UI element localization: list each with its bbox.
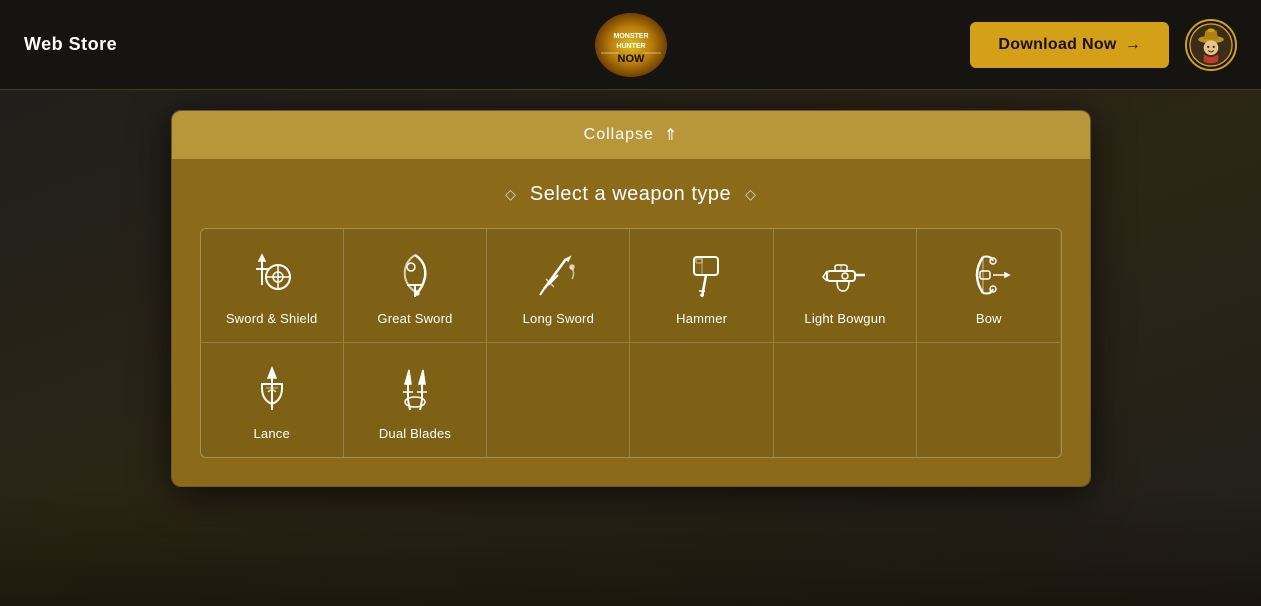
select-weapon-title: Select a weapon type bbox=[530, 183, 731, 206]
great-sword-icon bbox=[387, 247, 443, 303]
diamond-left-icon: ◇ bbox=[505, 186, 516, 203]
weapon-grid: Sword & Shield bbox=[200, 228, 1062, 458]
weapon-name-dual-blades: Dual Blades bbox=[379, 426, 451, 441]
weapon-name-lance: Lance bbox=[253, 426, 289, 441]
weapon-cell-empty-4 bbox=[917, 343, 1060, 457]
weapon-cell-sword-shield[interactable]: Sword & Shield bbox=[201, 229, 344, 343]
avatar-svg bbox=[1189, 23, 1233, 67]
header-center: MONSTER HUNTER NOW bbox=[591, 10, 671, 80]
header-right: Download Now → bbox=[970, 19, 1237, 71]
weapon-cell-dual-blades[interactable]: Dual Blades bbox=[344, 343, 487, 457]
weapon-cell-empty-1 bbox=[487, 343, 630, 457]
bottom-fade bbox=[0, 486, 1261, 606]
weapon-cell-hammer[interactable]: Hammer bbox=[630, 229, 773, 343]
weapon-name-long-sword: Long Sword bbox=[523, 311, 594, 326]
collapse-label: Collapse bbox=[584, 126, 654, 144]
weapon-name-sword-shield: Sword & Shield bbox=[226, 311, 318, 326]
web-store-title: Web Store bbox=[24, 34, 117, 55]
weapon-name-hammer: Hammer bbox=[676, 311, 727, 326]
weapon-cell-empty-3 bbox=[774, 343, 917, 457]
main-content: Collapse ⇑ ◇ Select a weapon type ◇ bbox=[0, 90, 1261, 606]
light-bowgun-icon bbox=[817, 247, 873, 303]
diamond-right-icon: ◇ bbox=[745, 186, 756, 203]
weapon-body: ◇ Select a weapon type ◇ bbox=[172, 159, 1090, 486]
collapse-icon: ⇑ bbox=[664, 125, 677, 145]
user-avatar[interactable] bbox=[1185, 19, 1237, 71]
svg-text:HUNTER: HUNTER bbox=[616, 43, 645, 50]
logo-svg: MONSTER HUNTER NOW bbox=[591, 10, 671, 80]
collapse-bar[interactable]: Collapse ⇑ bbox=[172, 111, 1090, 159]
svg-text:MONSTER: MONSTER bbox=[613, 33, 648, 40]
hammer-icon bbox=[674, 247, 730, 303]
bow-icon bbox=[961, 247, 1017, 303]
weapon-cell-long-sword[interactable]: Long Sword bbox=[487, 229, 630, 343]
header-left: Web Store bbox=[24, 34, 117, 55]
dual-blades-icon bbox=[387, 362, 443, 418]
weapon-cell-bow[interactable]: Bow bbox=[917, 229, 1060, 343]
weapon-name-great-sword: Great Sword bbox=[377, 311, 452, 326]
download-button[interactable]: Download Now → bbox=[970, 22, 1169, 68]
weapon-name-bow: Bow bbox=[976, 311, 1002, 326]
select-title-row: ◇ Select a weapon type ◇ bbox=[200, 183, 1062, 206]
svg-text:NOW: NOW bbox=[617, 53, 645, 65]
lance-icon bbox=[244, 362, 300, 418]
weapon-name-light-bowgun: Light Bowgun bbox=[804, 311, 885, 326]
sword-shield-icon bbox=[244, 247, 300, 303]
weapon-cell-light-bowgun[interactable]: Light Bowgun bbox=[774, 229, 917, 343]
logo: MONSTER HUNTER NOW bbox=[591, 10, 671, 80]
long-sword-icon bbox=[530, 247, 586, 303]
weapon-cell-lance[interactable]: Lance bbox=[201, 343, 344, 457]
weapon-selector-modal: Collapse ⇑ ◇ Select a weapon type ◇ bbox=[171, 110, 1091, 487]
weapon-cell-great-sword[interactable]: Great Sword bbox=[344, 229, 487, 343]
weapon-cell-empty-2 bbox=[630, 343, 773, 457]
header: Web Store MONSTER HUNTER NOW bbox=[0, 0, 1261, 90]
